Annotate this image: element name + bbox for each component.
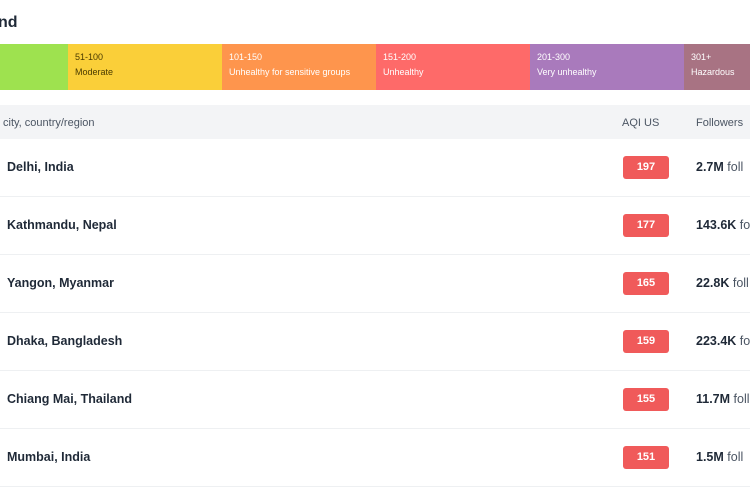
- followers-word: foll: [732, 276, 749, 290]
- followers-number: 22.8K: [696, 276, 730, 290]
- aqi-badge: 165: [623, 272, 669, 295]
- aqi-ranking-page: nd 51-100 Moderate 101-150 Unhealthy for…: [0, 0, 750, 500]
- followers-count: 11.7M foll: [696, 392, 750, 406]
- table-header: city, country/region AQI US Followers: [0, 105, 750, 139]
- followers-word: foll: [727, 160, 744, 174]
- location-link[interactable]: Mumbai, India: [7, 450, 90, 464]
- scale-range: 151-200: [383, 52, 417, 62]
- followers-number: 1.5M: [696, 450, 724, 464]
- followers-count: 22.8K foll: [696, 276, 749, 290]
- column-header-aqi[interactable]: AQI US: [622, 117, 659, 129]
- scale-segment-very-unhealthy: 201-300 Very unhealthy: [530, 44, 684, 90]
- table-row[interactable]: Delhi, India 197 2.7M foll: [0, 139, 750, 197]
- followers-count: 143.6K foll: [696, 218, 750, 232]
- location-link[interactable]: Delhi, India: [7, 160, 74, 174]
- scale-segment-good: [0, 44, 68, 90]
- scale-category: Unhealthy: [383, 67, 424, 77]
- scale-range: 301+: [691, 52, 712, 62]
- aqi-badge: 197: [623, 156, 669, 179]
- table-row[interactable]: Mumbai, India 151 1.5M foll: [0, 429, 750, 487]
- followers-number: 143.6K: [696, 218, 737, 232]
- column-header-location[interactable]: city, country/region: [3, 117, 95, 129]
- table-row[interactable]: Chiang Mai, Thailand 155 11.7M foll: [0, 371, 750, 429]
- legend-title: nd: [0, 14, 18, 31]
- followers-number: 11.7M: [696, 392, 731, 406]
- aqi-badge: 151: [623, 446, 669, 469]
- followers-number: 223.4K: [696, 334, 737, 348]
- followers-count: 1.5M foll: [696, 450, 743, 464]
- scale-category: Moderate: [75, 67, 114, 77]
- aqi-badge: 159: [623, 330, 669, 353]
- table-row[interactable]: Kathmandu, Nepal 177 143.6K foll: [0, 197, 750, 255]
- location-link[interactable]: Kathmandu, Nepal: [7, 218, 117, 232]
- followers-word: foll: [739, 334, 750, 348]
- followers-number: 2.7M: [696, 160, 724, 174]
- followers-word: foll: [733, 392, 750, 406]
- aqi-color-scale: 51-100 Moderate 101-150 Unhealthy for se…: [0, 44, 750, 90]
- location-link[interactable]: Dhaka, Bangladesh: [7, 334, 122, 348]
- location-link[interactable]: Chiang Mai, Thailand: [7, 392, 132, 406]
- scale-segment-unhealthy: 151-200 Unhealthy: [376, 44, 530, 90]
- scale-category: Hazardous: [691, 67, 735, 77]
- followers-count: 2.7M foll: [696, 160, 743, 174]
- scale-segment-moderate: 51-100 Moderate: [68, 44, 222, 90]
- aqi-badge: 155: [623, 388, 669, 411]
- followers-word: foll: [727, 450, 744, 464]
- column-header-followers[interactable]: Followers: [696, 117, 743, 129]
- scale-segment-hazardous: 301+ Hazardous: [684, 44, 750, 90]
- aqi-badge: 177: [623, 214, 669, 237]
- location-link[interactable]: Yangon, Myanmar: [7, 276, 114, 290]
- scale-category: Very unhealthy: [537, 67, 597, 77]
- scale-range: 201-300: [537, 52, 571, 62]
- table-row[interactable]: Yangon, Myanmar 165 22.8K foll: [0, 255, 750, 313]
- scale-range: 101-150: [229, 52, 263, 62]
- table-row[interactable]: Dhaka, Bangladesh 159 223.4K foll: [0, 313, 750, 371]
- followers-count: 223.4K foll: [696, 334, 750, 348]
- ranking-table-body: Delhi, India 197 2.7M foll Kathmandu, Ne…: [0, 139, 750, 487]
- scale-segment-sensitive: 101-150 Unhealthy for sensitive groups: [222, 44, 376, 90]
- scale-category: Unhealthy for sensitive groups: [229, 67, 351, 77]
- followers-word: foll: [739, 218, 750, 232]
- scale-range: 51-100: [75, 52, 104, 62]
